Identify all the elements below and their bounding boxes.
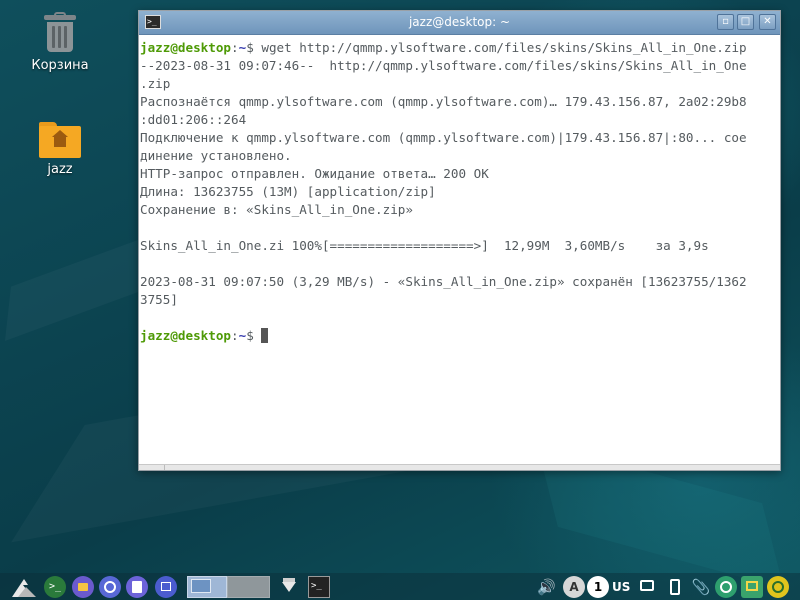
output-line: динение установлено.: [140, 148, 292, 163]
desktop-icon-trash[interactable]: Корзина: [15, 12, 105, 73]
window-titlebar[interactable]: >_ jazz@desktop: ~ ▫ □ ✕: [139, 11, 780, 35]
power-icon[interactable]: [767, 576, 789, 598]
terminal-statusbar: [139, 464, 780, 470]
command-output: --2023-08-31 09:07:46-- http://qmmp.ylso…: [140, 58, 747, 307]
keyboard-layout[interactable]: US: [612, 576, 636, 598]
maximize-button[interactable]: □: [737, 14, 754, 30]
prompt-user: jazz@desktop: [140, 328, 231, 343]
taskbar: >_ >_ 🔊 A 1 US 📎: [0, 573, 800, 600]
desktop-icon-label: jazz: [47, 162, 73, 177]
launcher-terminal-icon[interactable]: >_: [44, 576, 66, 598]
screenshot-icon[interactable]: [741, 576, 763, 598]
taskbar-terminal-task[interactable]: >_: [308, 576, 330, 598]
output-line: Skins_All_in_One.zi 100%[===============…: [140, 238, 709, 253]
output-line: 3755]: [140, 292, 178, 307]
text-cursor: [261, 328, 269, 343]
clock-icon[interactable]: [715, 576, 737, 598]
terminal-window: >_ jazz@desktop: ~ ▫ □ ✕ jazz@desktop:~$…: [138, 10, 781, 471]
clipboard-icon[interactable]: 📎: [690, 576, 712, 598]
workspace-2[interactable]: [227, 576, 270, 598]
terminal-text: jazz@desktop:~$ wget http://qmmp.ylsoftw…: [139, 35, 780, 345]
launcher-editor-icon[interactable]: [126, 576, 148, 598]
output-line: .zip: [140, 76, 171, 91]
launcher-files-icon[interactable]: [72, 576, 94, 598]
output-line: 2023-08-31 09:07:50 (3,29 MB/s) - «Skins…: [140, 274, 747, 289]
prompt-symbol: $: [246, 328, 254, 343]
accessibility-icon[interactable]: A: [563, 576, 585, 598]
show-desktop-icon[interactable]: [155, 576, 177, 598]
output-line: Длина: 13623755 (13M) [application/zip]: [140, 184, 436, 199]
output-line: --2023-08-31 09:07:46-- http://qmmp.ylso…: [140, 58, 747, 73]
battery-icon[interactable]: [664, 576, 686, 598]
volume-icon[interactable]: 🔊: [537, 576, 559, 598]
output-line: HTTP-запрос отправлен. Ожидание ответа… …: [140, 166, 489, 181]
window-title: jazz@desktop: ~: [408, 15, 511, 29]
prompt-separator: :: [231, 328, 239, 343]
desktop-icon-label: Корзина: [31, 58, 89, 73]
desktop-icon-home[interactable]: jazz: [15, 118, 105, 177]
output-line: Сохранение в: «Skins_All_in_One.zip»: [140, 202, 413, 217]
display-icon[interactable]: [638, 576, 660, 598]
output-line: Распознаётся qmmp.ylsoftware.com (qmmp.y…: [140, 94, 747, 109]
prompt-separator: :: [231, 40, 239, 55]
minimize-button[interactable]: ▫: [717, 14, 734, 30]
output-line: :dd01:206::264: [140, 112, 247, 127]
launcher-browser-icon[interactable]: [99, 576, 121, 598]
prompt-symbol: $: [246, 40, 254, 55]
close-button[interactable]: ✕: [759, 14, 776, 30]
app-menu-icon[interactable]: [10, 575, 38, 599]
terminal-output-area[interactable]: jazz@desktop:~$ wget http://qmmp.ylsoftw…: [139, 35, 780, 465]
trash-icon: [43, 12, 77, 54]
output-line: Подключение к qmmp.ylsoftware.com (qmmp.…: [140, 130, 747, 145]
prompt-user: jazz@desktop: [140, 40, 231, 55]
gem-app-icon[interactable]: [278, 576, 300, 598]
home-folder-icon: [39, 122, 81, 158]
notifications-badge[interactable]: 1: [587, 576, 609, 598]
command-text: wget http://qmmp.ylsoftware.com/files/sk…: [253, 40, 747, 55]
workspace-1[interactable]: [187, 576, 227, 598]
